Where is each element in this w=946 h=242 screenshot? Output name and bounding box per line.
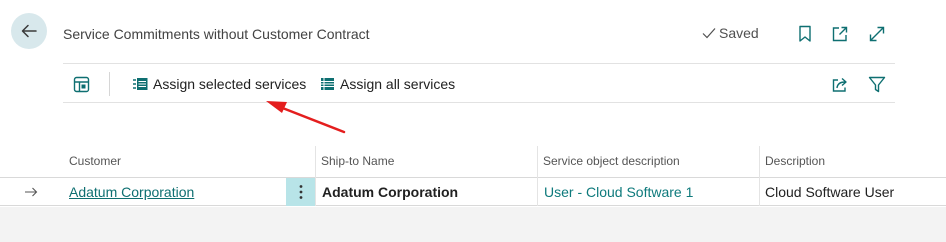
column-header-customer[interactable]: Customer xyxy=(69,154,121,168)
grid-empty-area xyxy=(0,207,946,242)
row-indicator[interactable] xyxy=(0,178,62,206)
description-cell[interactable]: Cloud Software User xyxy=(760,178,946,206)
column-header-service-object-description[interactable]: Service object description xyxy=(543,154,680,168)
column-divider xyxy=(537,146,538,178)
ship-to-name-value: Adatum Corporation xyxy=(322,184,459,200)
ship-to-name-cell[interactable]: Adatum Corporation xyxy=(316,178,538,206)
description-value: Cloud Software User xyxy=(765,184,895,200)
row-actions-button[interactable] xyxy=(286,178,316,206)
column-divider xyxy=(759,146,760,178)
grid-header: Customer Ship-to Name Service object des… xyxy=(0,146,946,178)
service-object-description-cell[interactable]: User - Cloud Software 1 xyxy=(538,178,760,206)
more-vertical-icon xyxy=(299,185,302,199)
table-row[interactable]: Adatum Corporation Adatum Corporation Us… xyxy=(0,178,946,206)
column-header-ship-to-name[interactable]: Ship-to Name xyxy=(321,154,394,168)
column-divider xyxy=(315,146,316,178)
customer-cell[interactable]: Adatum Corporation xyxy=(62,178,286,206)
arrow-right-icon xyxy=(25,187,38,197)
service-commitments-grid: Customer Ship-to Name Service object des… xyxy=(0,146,946,206)
customer-link[interactable]: Adatum Corporation xyxy=(69,184,194,200)
service-object-description-value: User - Cloud Software 1 xyxy=(544,184,694,200)
column-header-description[interactable]: Description xyxy=(765,154,825,168)
